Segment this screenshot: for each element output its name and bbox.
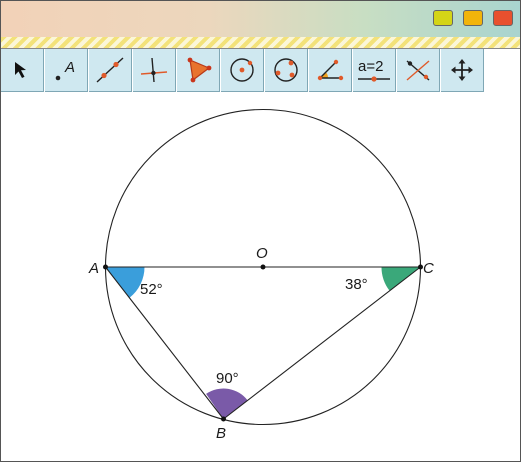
- point-a[interactable]: [103, 264, 108, 270]
- label-c: C: [423, 260, 434, 277]
- point-o-center[interactable]: [260, 264, 266, 270]
- angle-a-label: 52°: [140, 281, 163, 298]
- point-b[interactable]: [221, 416, 226, 422]
- side-ab[interactable]: [105, 266, 224, 420]
- label-b: B: [216, 425, 226, 442]
- angle-b-label: 90°: [216, 370, 239, 387]
- label-o: O: [256, 245, 268, 262]
- label-a: A: [88, 260, 99, 277]
- graphics-view[interactable]: A C O B 52° 38° 90°: [1, 1, 520, 461]
- geometry-app-window: A a=2 A C O B 52° 38° 90°: [0, 0, 521, 462]
- angle-c-sector[interactable]: [381, 267, 421, 291]
- side-bc[interactable]: [223, 266, 421, 420]
- angle-c-label: 38°: [345, 276, 368, 293]
